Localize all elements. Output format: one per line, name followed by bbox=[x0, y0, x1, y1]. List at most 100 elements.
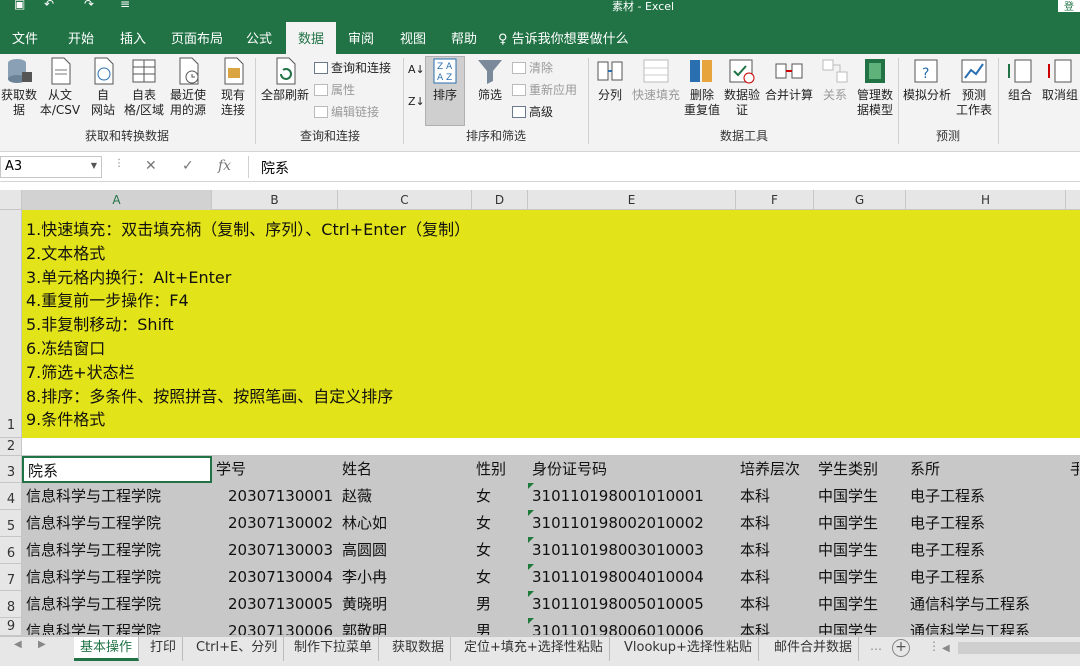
tab-help[interactable]: 帮助 bbox=[451, 28, 477, 47]
header-cell-name[interactable]: 姓名 bbox=[338, 456, 472, 483]
select-all-corner[interactable] bbox=[0, 190, 22, 210]
cell-name[interactable]: 林心如 bbox=[338, 510, 472, 537]
tab-split-icon[interactable]: ⋮ bbox=[928, 639, 940, 653]
remove-duplicates-button[interactable]: 删除 重复值 bbox=[682, 56, 722, 118]
row-header-3[interactable]: 3 bbox=[0, 456, 22, 483]
cell-name[interactable]: 郭敬明 bbox=[338, 618, 472, 636]
header-cell-category[interactable]: 学生类别 bbox=[814, 456, 906, 483]
reapply-button[interactable]: 重新应用 bbox=[512, 80, 577, 100]
cell-student-id[interactable]: 20307130003 bbox=[212, 537, 338, 564]
cell-name[interactable]: 赵薇 bbox=[338, 483, 472, 510]
sort-za-button[interactable]: Z↓ bbox=[408, 92, 425, 112]
from-web-button[interactable]: 自 网站 bbox=[84, 56, 122, 118]
row-header-8[interactable]: 8 bbox=[0, 591, 22, 618]
row-header-4[interactable]: 4 bbox=[0, 483, 22, 510]
manage-data-model-button[interactable]: 管理数 据模型 bbox=[852, 56, 898, 118]
tab-formulas[interactable]: 公式 bbox=[246, 28, 272, 47]
cell-level[interactable]: 本科 bbox=[736, 510, 814, 537]
cell-dept[interactable]: 信息科学与工程学院 bbox=[22, 537, 212, 564]
tab-data[interactable]: 数据 bbox=[286, 22, 336, 54]
header-cell-dept[interactable]: 院系 bbox=[22, 456, 212, 483]
cell-gender[interactable]: 女 bbox=[472, 537, 528, 564]
cell-level[interactable]: 本科 bbox=[736, 537, 814, 564]
cell-category[interactable]: 中国学生 bbox=[814, 618, 906, 636]
row-header-6[interactable]: 6 bbox=[0, 537, 22, 564]
sheet-tab-get-data[interactable]: 获取数据 bbox=[386, 637, 451, 661]
name-box[interactable]: A3▼ bbox=[0, 156, 102, 178]
cell-student-id[interactable]: 20307130006 bbox=[212, 618, 338, 636]
column-header-h[interactable]: H bbox=[906, 190, 1066, 210]
recent-sources-button[interactable]: 最近使 用的源 bbox=[166, 56, 210, 118]
sort-az-button[interactable]: A↓ bbox=[408, 60, 425, 80]
column-header-d[interactable]: D bbox=[472, 190, 528, 210]
cell-department[interactable]: 通信科学与工程系 bbox=[906, 618, 1066, 636]
cell-department[interactable]: 电子工程系 bbox=[906, 510, 1066, 537]
clear-filter-button[interactable]: 清除 bbox=[512, 58, 553, 78]
cell-category[interactable]: 中国学生 bbox=[814, 591, 906, 618]
cell-name[interactable]: 高圆圆 bbox=[338, 537, 472, 564]
what-if-analysis-button[interactable]: ? 模拟分析 bbox=[900, 56, 954, 103]
column-header-c[interactable]: C bbox=[338, 190, 472, 210]
cell-id-number[interactable]: 310110198004010004 bbox=[528, 564, 736, 591]
cell-id-number[interactable]: 310110198006010006 bbox=[528, 618, 736, 636]
header-cell-level[interactable]: 培养层次 bbox=[736, 456, 814, 483]
cell-gender[interactable]: 女 bbox=[472, 510, 528, 537]
row-header-2[interactable]: 2 bbox=[0, 438, 22, 456]
header-cell-id-number[interactable]: 身份证号码 bbox=[528, 456, 736, 483]
from-table-button[interactable]: 自表 格/区域 bbox=[122, 56, 166, 118]
column-header-e[interactable]: E bbox=[528, 190, 736, 210]
header-cell-gender[interactable]: 性别 bbox=[472, 456, 528, 483]
properties-button[interactable]: 属性 bbox=[314, 80, 355, 100]
sheet-tab-vlookup[interactable]: Vlookup+选择性粘贴 bbox=[618, 637, 759, 661]
cell-id-number[interactable]: 310110198002010002 bbox=[528, 510, 736, 537]
edit-links-button[interactable]: 编辑链接 bbox=[314, 102, 379, 122]
horizontal-scrollbar[interactable] bbox=[958, 642, 1080, 654]
tab-page-layout[interactable]: 页面布局 bbox=[171, 28, 223, 47]
forecast-sheet-button[interactable]: 预测 工作表 bbox=[954, 56, 994, 118]
more-sheets-icon[interactable]: … bbox=[870, 639, 882, 653]
cell-level[interactable]: 本科 bbox=[736, 618, 814, 636]
cell-category[interactable]: 中国学生 bbox=[814, 537, 906, 564]
data-validation-button[interactable]: 数据验 证 bbox=[722, 56, 762, 118]
formula-input[interactable]: 院系 bbox=[248, 156, 1080, 178]
refresh-all-button[interactable]: 全部刷新 bbox=[258, 56, 312, 103]
cell-extra[interactable] bbox=[1066, 564, 1080, 591]
cell-name[interactable]: 黄晓明 bbox=[338, 591, 472, 618]
from-text-csv-button[interactable]: 从文 本/CSV bbox=[38, 56, 82, 118]
column-header-b[interactable]: B bbox=[212, 190, 338, 210]
column-header-a[interactable]: A bbox=[22, 190, 212, 210]
header-cell-extra[interactable]: 手 bbox=[1066, 456, 1080, 483]
save-icon[interactable]: ▣ bbox=[14, 0, 25, 11]
existing-connections-button[interactable]: 现有 连接 bbox=[214, 56, 252, 118]
column-header-f[interactable]: F bbox=[736, 190, 814, 210]
column-header-g[interactable]: G bbox=[814, 190, 906, 210]
relationships-button[interactable]: 关系 bbox=[818, 56, 852, 103]
cell-student-id[interactable]: 20307130004 bbox=[212, 564, 338, 591]
cell-level[interactable]: 本科 bbox=[736, 591, 814, 618]
cell-extra[interactable] bbox=[1066, 591, 1080, 618]
cell-name[interactable]: 李小冉 bbox=[338, 564, 472, 591]
cell-id-number[interactable]: 310110198003010003 bbox=[528, 537, 736, 564]
cell-student-id[interactable]: 20307130005 bbox=[212, 591, 338, 618]
undo-icon[interactable]: ↶ bbox=[44, 0, 54, 11]
tab-insert[interactable]: 插入 bbox=[120, 28, 146, 47]
group-button[interactable]: 组合 bbox=[1002, 56, 1038, 103]
cell-id-number[interactable]: 310110198005010005 bbox=[528, 591, 736, 618]
prev-sheet-icon[interactable]: ◀ bbox=[14, 639, 22, 650]
cell-department[interactable]: 电子工程系 bbox=[906, 537, 1066, 564]
header-cell-department[interactable]: 系所 bbox=[906, 456, 1066, 483]
cell-student-id[interactable]: 20307130001 bbox=[212, 483, 338, 510]
cell-category[interactable]: 中国学生 bbox=[814, 564, 906, 591]
cell-department[interactable]: 电子工程系 bbox=[906, 564, 1066, 591]
row-header-5[interactable]: 5 bbox=[0, 510, 22, 537]
cell-extra[interactable] bbox=[1066, 537, 1080, 564]
sheet-tab-goto-fill[interactable]: 定位+填充+选择性粘贴 bbox=[458, 637, 610, 661]
sheet-tab-basic[interactable]: 基本操作 bbox=[74, 637, 139, 661]
cell-student-id[interactable]: 20307130002 bbox=[212, 510, 338, 537]
cell-dept[interactable]: 信息科学与工程学院 bbox=[22, 591, 212, 618]
next-sheet-icon[interactable]: ▶ bbox=[38, 639, 46, 650]
consolidate-button[interactable]: 合并计算 bbox=[762, 56, 816, 103]
tab-home[interactable]: 开始 bbox=[68, 28, 94, 47]
text-to-columns-button[interactable]: 分列 bbox=[592, 56, 628, 103]
advanced-filter-button[interactable]: 高级 bbox=[512, 102, 553, 122]
